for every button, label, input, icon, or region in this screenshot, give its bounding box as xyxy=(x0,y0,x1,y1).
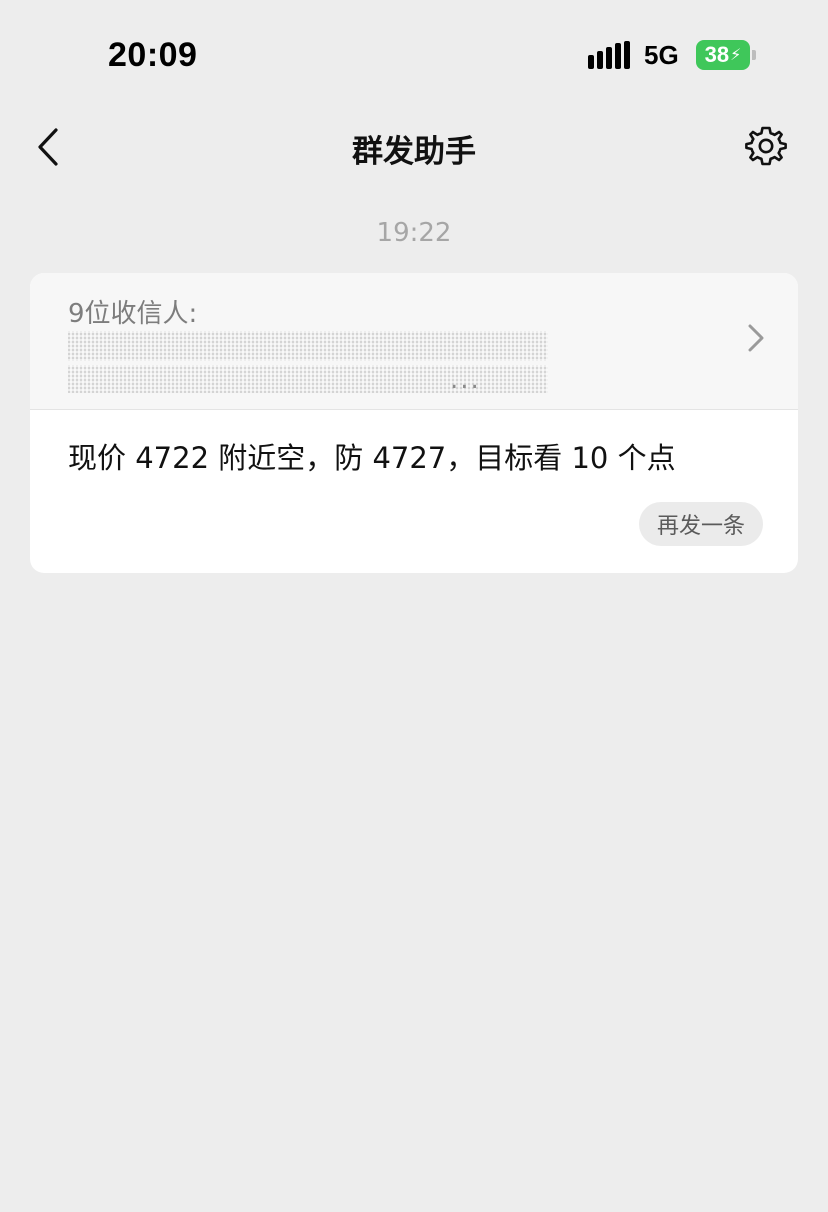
battery-percent: 38 xyxy=(704,42,730,67)
network-type: 5G xyxy=(644,40,679,70)
resend-button[interactable]: 再发一条 xyxy=(639,502,763,546)
status-bar: 20:09 5G 38 ⚡ xyxy=(0,0,828,110)
bolt-icon: ⚡ xyxy=(730,47,742,64)
battery-cap xyxy=(752,50,756,60)
message-text: 现价 4722 附近空，防 4727，目标看 10 个点 xyxy=(68,441,676,475)
battery-level: 38 ⚡ xyxy=(696,40,750,70)
nav-bar: 群发助手 xyxy=(0,110,828,184)
broadcast-message-card: 9位收信人: ... 现价 4722 附近空，防 4727，目标看 10 个点 … xyxy=(30,273,798,573)
message-timestamp: 19:22 xyxy=(376,218,452,248)
battery-charging-icon: 38 ⚡ xyxy=(696,40,756,70)
recipients-count: 9位收信人: xyxy=(68,299,198,329)
page-title: 群发助手 xyxy=(352,134,476,170)
gear-icon[interactable] xyxy=(744,124,788,168)
signal-bars-icon xyxy=(588,41,630,69)
redacted-line xyxy=(68,331,548,361)
recipients-row[interactable]: 9位收信人: ... xyxy=(30,273,798,410)
recipients-ellipsis: ... xyxy=(450,365,481,395)
chevron-right-icon xyxy=(748,324,764,352)
status-time: 20:09 xyxy=(108,36,198,74)
